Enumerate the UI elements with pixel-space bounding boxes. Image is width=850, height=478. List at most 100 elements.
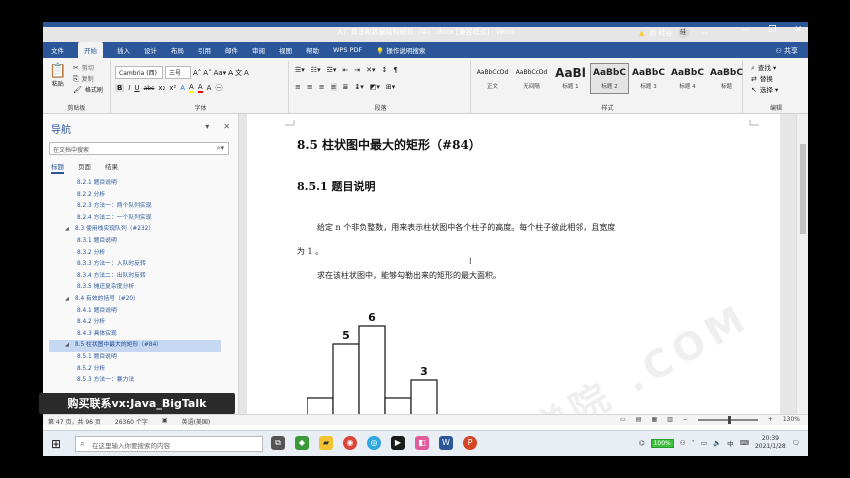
- notifications-icon[interactable]: 🗨: [792, 439, 800, 447]
- increase-indent-icon[interactable]: ⇥: [354, 66, 360, 74]
- style-3[interactable]: AaBbC 标题 2: [590, 63, 629, 94]
- nav-tab-1[interactable]: 页面: [78, 161, 91, 174]
- word-icon[interactable]: W: [439, 436, 453, 450]
- change-case-icon[interactable]: Aa▾: [214, 69, 227, 77]
- borders-icon[interactable]: ⊞▾: [386, 83, 395, 91]
- clock[interactable]: 20:39 2021/1/28: [755, 435, 786, 451]
- network-icon[interactable]: ▭: [701, 439, 707, 447]
- italic-button[interactable]: I: [128, 84, 130, 92]
- superscript-button[interactable]: x²: [169, 84, 176, 92]
- battery-level[interactable]: 100%: [650, 438, 674, 448]
- shrink-font-icon[interactable]: A˅: [203, 69, 211, 77]
- focus-mode-icon[interactable]: ▭: [620, 416, 626, 423]
- font-color-button[interactable]: A: [197, 83, 203, 93]
- tab-wps-pdf[interactable]: WPS PDF: [333, 46, 362, 54]
- strikethrough-button[interactable]: abc: [144, 85, 155, 92]
- zoom-level[interactable]: 130%: [783, 416, 800, 423]
- ime-indicator[interactable]: 中: [727, 438, 734, 448]
- copy-button[interactable]: ⎘ 复制: [73, 74, 103, 85]
- nav-heading-item[interactable]: 8.5.2 分析: [49, 364, 221, 376]
- collapse-triangle-icon[interactable]: ◢: [65, 294, 75, 306]
- paste-button[interactable]: 📋 粘贴: [49, 63, 66, 88]
- distribute-icon[interactable]: ≣: [343, 83, 349, 91]
- style-2[interactable]: AaBl 标题 1: [551, 63, 590, 94]
- chinese-layout-icon[interactable]: ✕▾: [366, 66, 375, 74]
- tab-review[interactable]: 审阅: [252, 45, 265, 55]
- user-account[interactable]: ▲ 尚 硅谷 硅 ▭: [639, 27, 708, 38]
- person-icon[interactable]: ⚇: [680, 439, 686, 447]
- zoom-out-icon[interactable]: −: [683, 416, 688, 423]
- bold-button[interactable]: B: [115, 84, 125, 92]
- nav-heading-item[interactable]: ◢ 8.4 有效的括号（#20）: [49, 294, 221, 306]
- word-count[interactable]: 26360 个字: [115, 417, 148, 426]
- nav-heading-item[interactable]: 8.4.2 分析: [49, 317, 221, 329]
- nav-heading-item[interactable]: 8.3.2 分析: [49, 248, 221, 260]
- subscript-button[interactable]: x₂: [158, 84, 165, 92]
- multilevel-list-icon[interactable]: ☲▾: [327, 66, 337, 74]
- decrease-indent-icon[interactable]: ⇤: [342, 66, 348, 74]
- chrome-icon[interactable]: ◉: [343, 436, 357, 450]
- windows-start-icon[interactable]: ⊞: [51, 437, 61, 451]
- nav-search-input[interactable]: 在文档中搜索 ⌕▾: [49, 142, 229, 155]
- battery-icon[interactable]: ⌬: [639, 439, 645, 447]
- nav-heading-item[interactable]: 8.4.3 具体实现: [49, 329, 221, 341]
- tab-design[interactable]: 设计: [144, 45, 157, 55]
- style-1[interactable]: AaBbCcDd 无间隔: [512, 63, 551, 94]
- tab-mailings[interactable]: 邮件: [225, 45, 238, 55]
- select-button[interactable]: ↖ 选择 ▾: [751, 85, 778, 96]
- align-right-icon[interactable]: ≡: [319, 83, 325, 91]
- browser-icon[interactable]: ◎: [367, 436, 381, 450]
- powerpoint-icon[interactable]: P: [463, 436, 477, 450]
- nav-heading-item[interactable]: 8.4.1 题目说明: [49, 306, 221, 318]
- collapse-triangle-icon[interactable]: ◢: [65, 224, 75, 236]
- nav-heading-item[interactable]: ◢ 8.5 柱状图中最大的矩形（#84）: [49, 340, 221, 352]
- volume-icon[interactable]: 🔈: [713, 439, 721, 447]
- nav-heading-item[interactable]: 8.3.5 摊还复杂度分析: [49, 282, 221, 294]
- chevron-up-icon[interactable]: ˄: [692, 439, 695, 447]
- page-count[interactable]: 第 47 页，共 96 页: [48, 417, 101, 426]
- show-marks-icon[interactable]: ¶: [393, 66, 397, 74]
- nav-heading-item[interactable]: 8.2.3 方法一：两个队列实现: [49, 201, 221, 213]
- nav-close-icon[interactable]: ✕: [223, 122, 230, 131]
- tab-file[interactable]: 文件: [51, 45, 64, 55]
- nav-options-chevron-icon[interactable]: ▾: [205, 122, 209, 131]
- language[interactable]: 英语(美国): [182, 417, 211, 426]
- nav-heading-item[interactable]: 8.3.4 方法二：出队时反转: [49, 271, 221, 283]
- ide-icon[interactable]: ◧: [415, 436, 429, 450]
- bullets-icon[interactable]: ☰▾: [295, 66, 305, 74]
- format-painter-button[interactable]: 🖌 格式刷: [73, 85, 103, 96]
- share-button[interactable]: ⚇ 共享: [775, 46, 798, 56]
- numbering-icon[interactable]: ☷▾: [311, 66, 321, 74]
- find-button[interactable]: ⌕ 查找 ▾: [751, 63, 778, 74]
- sort-icon[interactable]: ↕: [382, 66, 388, 74]
- phonetic-guide-icon[interactable]: 文: [235, 68, 242, 78]
- clear-format-icon[interactable]: A̶: [228, 69, 233, 77]
- scrollbar-thumb[interactable]: [800, 144, 806, 234]
- restore-icon[interactable]: ❐: [768, 25, 776, 35]
- input-icon[interactable]: ⌨: [740, 439, 749, 447]
- text-effects-button[interactable]: A: [180, 84, 185, 92]
- task-view-icon[interactable]: ⧉: [271, 436, 285, 450]
- tab-insert[interactable]: 插入: [117, 45, 130, 55]
- nav-heading-item[interactable]: 8.5.1 题目说明: [49, 352, 221, 364]
- close-icon[interactable]: ✕: [794, 25, 802, 35]
- zoom-slider-thumb[interactable]: [727, 415, 731, 424]
- char-border-icon[interactable]: A: [244, 69, 249, 77]
- zoom-slider[interactable]: [697, 415, 758, 424]
- highlight-button[interactable]: A: [189, 83, 194, 93]
- proofing-icon[interactable]: ▣: [162, 417, 168, 426]
- nav-heading-item[interactable]: ◢ 8.3 使用栈实现队列（#232）: [49, 224, 221, 236]
- tab-help[interactable]: 帮助: [306, 45, 319, 55]
- tab-view[interactable]: 视图: [279, 45, 292, 55]
- minimize-icon[interactable]: —: [741, 25, 750, 35]
- tab-references[interactable]: 引用: [198, 45, 211, 55]
- font-name-select[interactable]: Cambria (西): [115, 66, 163, 79]
- underline-button[interactable]: U: [134, 84, 139, 92]
- nav-heading-item[interactable]: 8.2.1 题目说明: [49, 178, 221, 190]
- print-layout-icon[interactable]: ▦: [651, 416, 657, 423]
- file-explorer-icon[interactable]: ▰: [319, 436, 333, 450]
- nav-heading-item[interactable]: 8.2.2 分析: [49, 190, 221, 202]
- shading-icon[interactable]: ◩▾: [370, 83, 380, 91]
- style-5[interactable]: AaBbC 标题 4: [668, 63, 707, 94]
- enclose-char-icon[interactable]: ㊀: [215, 83, 222, 93]
